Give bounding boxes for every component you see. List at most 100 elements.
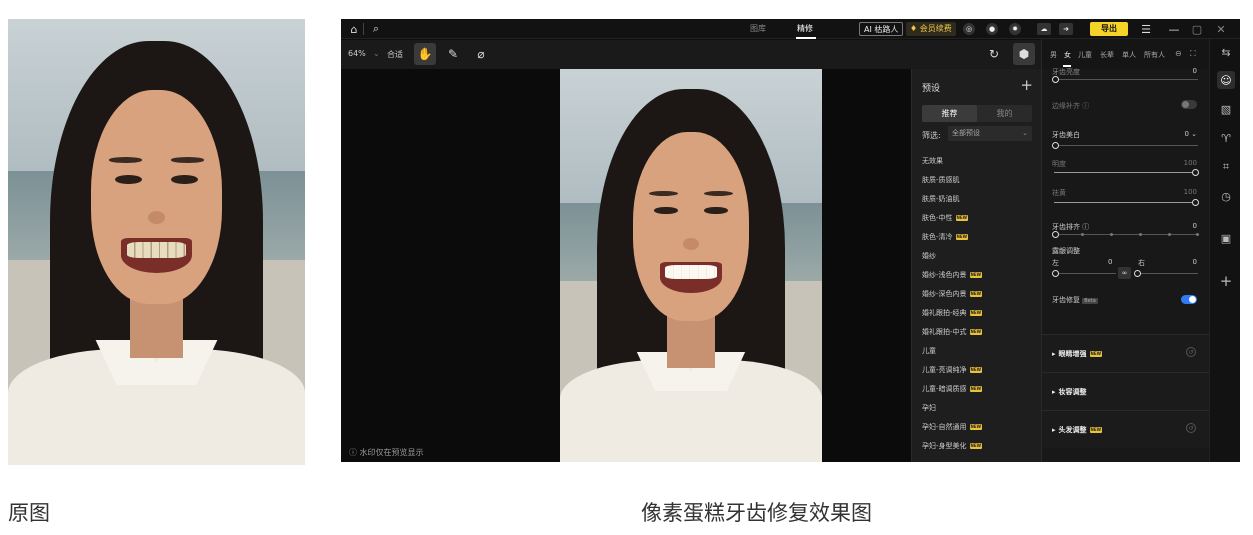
link-icon[interactable]: ∞ [1118,267,1131,279]
chevron-down-icon: ⌄ [1022,129,1028,137]
preset-item[interactable]: 儿童-亮调纯净 NEW [922,360,1037,379]
clock-icon[interactable]: ◷ [1217,187,1235,205]
editor-window: ⌂ ⌕ 图库 精修 AI 枯路人 ♦ 会员续费 ◎ ● ✹ ☁ ➜ 导出 ☰ —… [341,19,1240,462]
image-canvas[interactable]: ⓘ 水印仅在预览显示 [341,69,911,462]
align-label: 牙齿排齐 ⓘ [1052,223,1090,231]
tab-single[interactable]: 单人 [1122,50,1136,60]
fit-button[interactable]: 合适 [387,49,403,60]
ai-passerby-button[interactable]: AI 枯路人 [859,22,904,36]
hand-icon[interactable]: ✋ [414,43,436,65]
remove-yellow-slider[interactable] [1054,202,1198,203]
align-value[interactable]: 0 [1193,222,1197,230]
shirt-icon[interactable]: ♈ [1217,129,1235,147]
preset-item-label: 无效果 [922,156,943,165]
gum-left-label: 左 [1052,259,1059,267]
zoom-level[interactable]: 64% [348,49,366,58]
preset-item[interactable]: 儿童-暗调质感 NEW [922,379,1037,398]
chevron-down-icon[interactable]: ⌄ [373,49,380,58]
close-icon[interactable]: ✕ [1214,22,1228,36]
plus-icon[interactable]: + [1020,76,1033,94]
maximize-icon[interactable]: ▢ [1190,22,1204,36]
preset-item[interactable]: 孕妇-自然通用 NEW [922,417,1037,436]
tab-retouch[interactable]: 精修 [797,23,813,34]
slider-knob[interactable] [1134,270,1141,277]
teeth-brightness-value[interactable]: 0 [1193,67,1197,75]
reset-icon[interactable]: ↺ [1186,423,1196,433]
filter-label: 筛选: [922,131,941,140]
preset-item[interactable]: 婚礼跟拍-经典 NEW [922,303,1037,322]
preset-item[interactable]: 婚纱-浅色内景 NEW [922,265,1037,284]
preset-item[interactable]: 肤质-质感肌 [922,170,1037,189]
remove-yellow-value[interactable]: 100 [1184,188,1197,196]
slider-knob[interactable] [1052,270,1059,277]
plus-icon[interactable]: + [1217,272,1235,290]
align-slider[interactable] [1054,234,1198,235]
preset-item[interactable]: 无效果 [922,151,1037,170]
gum-right-value[interactable]: 0 [1193,258,1197,266]
tool-rail: ⇆ ☺ ▧ ♈ ⌗ ◷ ▣ + [1209,39,1240,462]
active-tab-indicator [796,37,816,39]
segment-mine[interactable]: 我的 [977,105,1032,122]
segment-recommended[interactable]: 推荐 [922,105,977,122]
rotate-icon[interactable]: ↻ [983,43,1005,65]
slider-knob[interactable] [1052,76,1059,83]
settings-icon[interactable]: ✹ [1009,23,1021,35]
link-icon[interactable]: ⊖ [1175,49,1182,58]
home-icon[interactable]: ⌂ [347,22,361,36]
tab-library[interactable]: 图库 [750,23,766,34]
lightness-slider[interactable] [1054,172,1198,173]
arrow-icon[interactable]: ➜ [1059,23,1073,35]
expand-icon[interactable]: ⛶ [1190,49,1196,59]
tab-male[interactable]: 男 [1050,50,1057,60]
preset-item[interactable]: 儿童 [922,341,1037,360]
slider-knob[interactable] [1052,142,1059,149]
slider-knob[interactable] [1052,231,1059,238]
user-icon[interactable]: ● [986,23,998,35]
section-hair[interactable]: ▸ 头发调整 NEW ↺ [1042,410,1210,448]
sliders-icon[interactable]: ⇆ [1217,43,1235,61]
preset-item[interactable]: 肤色-中性 NEW [922,208,1037,227]
cloud-icon[interactable]: ☁ [1037,23,1051,35]
slider-knob[interactable] [1192,169,1199,176]
gum-right-slider[interactable] [1136,273,1198,274]
preset-item[interactable]: 婚礼跟拍-中式 NEW [922,322,1037,341]
gum-left-slider[interactable] [1054,273,1116,274]
section-eye-enhance[interactable]: ▸ 眼睛增强 NEW ↺ [1042,334,1210,372]
menu-icon[interactable]: ☰ [1139,22,1153,36]
search-icon[interactable]: ⌕ [369,22,383,36]
minimize-icon[interactable]: — [1167,22,1181,36]
face-icon[interactable]: ☺ [1217,71,1235,89]
frame-icon[interactable]: ▣ [1217,229,1235,247]
tab-child[interactable]: 儿童 [1078,50,1092,60]
new-badge: NEW [969,328,983,335]
filter-select[interactable]: 全部预设 ⌄ [948,126,1032,141]
member-renew-button[interactable]: ♦ 会员续费 [906,22,956,36]
whitening-slider[interactable] [1054,145,1198,146]
tab-all[interactable]: 所有人 [1144,50,1165,60]
tab-female[interactable]: 女 [1064,50,1071,60]
brush-icon[interactable]: ✎ [442,43,464,65]
slider-step-dot [1081,233,1084,236]
export-button[interactable]: 导出 [1090,22,1128,36]
preset-item[interactable]: 孕妇-身型美化 NEW [922,436,1037,455]
slider-knob[interactable] [1192,199,1199,206]
whitening-value[interactable]: 0 ⌄ [1184,130,1197,138]
lightness-value[interactable]: 100 [1184,159,1197,167]
preset-item[interactable]: 婚纱 [922,246,1037,265]
headset-icon[interactable]: ◎ [963,23,975,35]
preset-item[interactable]: 孕妇 [922,398,1037,417]
tab-elder[interactable]: 长辈 [1100,50,1114,60]
reset-icon[interactable]: ↺ [1186,347,1196,357]
image-icon[interactable]: ▧ [1217,100,1235,118]
preset-item[interactable]: 婚纱-深色内景 NEW [922,284,1037,303]
teeth-brightness-slider[interactable] [1054,79,1198,80]
edge-fill-toggle[interactable] [1181,100,1197,109]
cube-icon[interactable]: ⬢ [1013,43,1035,65]
preset-item[interactable]: 肤质-奶油肌 [922,189,1037,208]
repair-toggle[interactable] [1181,295,1197,304]
gum-left-value[interactable]: 0 [1108,258,1112,266]
section-makeup[interactable]: ▸ 妆容调整 [1042,372,1210,410]
preset-item[interactable]: 肤色-清冷 NEW [922,227,1037,246]
eraser-icon[interactable]: ⌀ [470,43,492,65]
crop-icon[interactable]: ⌗ [1217,158,1235,176]
